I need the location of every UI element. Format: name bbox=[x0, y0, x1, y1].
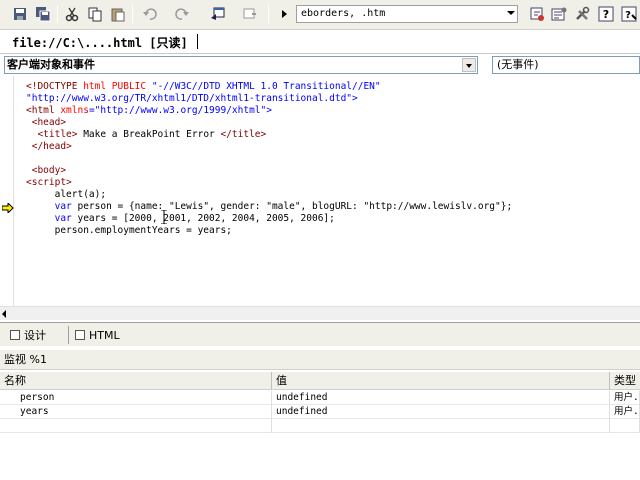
view-tabs: 设计 HTML bbox=[0, 322, 640, 346]
code-line[interactable]: "http://www.w3.org/TR/xhtml1/DTD/xhtml1-… bbox=[26, 93, 512, 105]
save-icon[interactable] bbox=[10, 4, 30, 24]
code-line[interactable]: <head> bbox=[26, 117, 512, 129]
code-line[interactable]: <!DOCTYPE html PUBLIC "-//W3C//DTD XHTML… bbox=[26, 81, 512, 93]
redo-icon[interactable] bbox=[170, 4, 194, 24]
save-all-icon[interactable] bbox=[33, 4, 53, 24]
watch-cell-name: years bbox=[0, 405, 272, 419]
watch-header: 名称 值 类型 bbox=[0, 372, 640, 390]
client-object-value: 客户端对象和事件 bbox=[7, 58, 95, 71]
column-type[interactable]: 类型 bbox=[610, 372, 640, 390]
event-value: (无事件) bbox=[497, 58, 539, 71]
code-token: <title> bbox=[26, 129, 78, 140]
code-token: person = {name: "Lewis", gender: "male",… bbox=[77, 201, 513, 212]
code-token: <html bbox=[26, 105, 61, 116]
document-combo[interactable]: eborders, .htm bbox=[296, 5, 518, 23]
watch-cell-empty bbox=[0, 419, 272, 433]
watch-cell-empty bbox=[610, 419, 640, 433]
properties-icon[interactable] bbox=[549, 4, 569, 24]
code-token: alert(a); bbox=[26, 189, 107, 200]
tools-icon[interactable] bbox=[572, 4, 592, 24]
code-line[interactable]: <body> bbox=[26, 165, 512, 177]
toolbar: eborders, .htm ? ? bbox=[0, 0, 640, 30]
watch-title: 监视 %1 bbox=[0, 350, 640, 370]
design-icon bbox=[10, 330, 20, 340]
column-name[interactable]: 名称 bbox=[0, 372, 272, 390]
code-line[interactable] bbox=[26, 153, 512, 165]
html-icon bbox=[75, 330, 85, 340]
tab-html[interactable]: HTML bbox=[68, 326, 120, 344]
code-line[interactable]: </head> bbox=[26, 141, 512, 153]
code-token: html PUBLIC bbox=[83, 81, 152, 92]
object-event-bar: 客户端对象和事件 (无事件) bbox=[0, 55, 640, 75]
table-row[interactable]: personundefined用户... bbox=[0, 391, 640, 405]
horizontal-scrollbar[interactable] bbox=[0, 306, 640, 320]
code-token: var bbox=[26, 213, 78, 224]
debug-icon[interactable] bbox=[527, 4, 547, 24]
watch-cell-empty bbox=[272, 419, 610, 433]
table-row[interactable]: yearsundefined用户... bbox=[0, 405, 640, 419]
run-icon[interactable] bbox=[274, 4, 294, 24]
file-tab[interactable]: file://C:\....html [只读] bbox=[12, 34, 188, 51]
code-token: <!DOCTYPE bbox=[26, 81, 84, 92]
editor-gutter[interactable] bbox=[0, 76, 14, 306]
watch-cell-value: undefined bbox=[272, 405, 610, 419]
code-editor[interactable]: <!DOCTYPE html PUBLIC "-//W3C//DTD XHTML… bbox=[0, 76, 640, 306]
code-token: "http://www.w3.org/TR/xhtml1/DTD/xhtml1-… bbox=[26, 93, 358, 104]
event-select[interactable]: (无事件) bbox=[492, 56, 640, 74]
copy-icon[interactable] bbox=[85, 4, 105, 24]
code-token: <script> bbox=[26, 177, 72, 188]
tab-design[interactable]: 设计 bbox=[10, 326, 46, 344]
tab-html-label: HTML bbox=[89, 328, 120, 342]
help-index-icon[interactable]: ? bbox=[619, 4, 639, 24]
tab-design-label: 设计 bbox=[24, 329, 46, 342]
code-line[interactable]: var person = {name: "Lewis", gender: "ma… bbox=[26, 201, 513, 213]
watch-cell-value: undefined bbox=[272, 391, 610, 405]
toggle-view-icon[interactable] bbox=[238, 4, 262, 24]
code-line[interactable]: <title> Make a BreakPoint Error </title> bbox=[26, 129, 512, 141]
code-token: var bbox=[26, 201, 78, 212]
paste-icon[interactable] bbox=[108, 4, 128, 24]
empty-row[interactable] bbox=[0, 419, 640, 433]
code-line[interactable]: <script> bbox=[26, 177, 512, 189]
document-combo-value: eborders, .htm bbox=[301, 8, 386, 19]
help-icon[interactable]: ? bbox=[596, 4, 616, 24]
code-token: </head> bbox=[26, 141, 72, 152]
code-line[interactable]: alert(a); bbox=[26, 189, 512, 201]
code-line[interactable]: person.employmentYears = years; bbox=[26, 225, 512, 237]
code-token: "-//W3C//DTD XHTML 1.0 Transitional//EN" bbox=[151, 81, 381, 92]
watch-cell-type: 用户... bbox=[610, 405, 640, 419]
chevron-down-icon[interactable] bbox=[462, 58, 476, 72]
current-line-arrow-icon bbox=[2, 203, 14, 213]
column-value[interactable]: 值 bbox=[272, 372, 610, 390]
svg-text:?: ? bbox=[603, 8, 609, 21]
undo-icon[interactable] bbox=[138, 4, 162, 24]
code-token: </title> bbox=[220, 129, 267, 140]
scroll-left-icon[interactable] bbox=[2, 310, 6, 318]
client-object-select[interactable]: 客户端对象和事件 bbox=[4, 56, 478, 74]
file-tab-bar: file://C:\....html [只读] bbox=[0, 30, 640, 54]
code-token: ="http://www.w3.org/1999/xhtml"> bbox=[88, 105, 272, 116]
svg-text:?: ? bbox=[625, 10, 631, 21]
watch-cell-type: 用户... bbox=[610, 391, 640, 405]
code-token: <body> bbox=[26, 165, 67, 176]
code-token: Make a BreakPoint Error bbox=[77, 129, 221, 140]
code-line[interactable]: var years = [2000, 2001, 2002, 2004, 200… bbox=[26, 213, 512, 225]
watch-cell-name: person bbox=[0, 391, 272, 405]
code-token: person.employmentYears = years; bbox=[26, 225, 232, 236]
code-line[interactable]: <html xmlns="http://www.w3.org/1999/xhtm… bbox=[26, 105, 512, 117]
tab-divider bbox=[197, 34, 198, 49]
chevron-down-icon bbox=[507, 11, 515, 15]
code-token: <head> bbox=[26, 117, 67, 128]
cut-icon[interactable] bbox=[62, 4, 82, 24]
code-token: years = [2000, 2001, 2002, 2004, 2005, 2… bbox=[77, 213, 335, 224]
open-in-icon[interactable] bbox=[205, 4, 231, 24]
code-text[interactable]: <!DOCTYPE html PUBLIC "-//W3C//DTD XHTML… bbox=[26, 81, 512, 237]
code-token: xmlns bbox=[60, 105, 89, 116]
